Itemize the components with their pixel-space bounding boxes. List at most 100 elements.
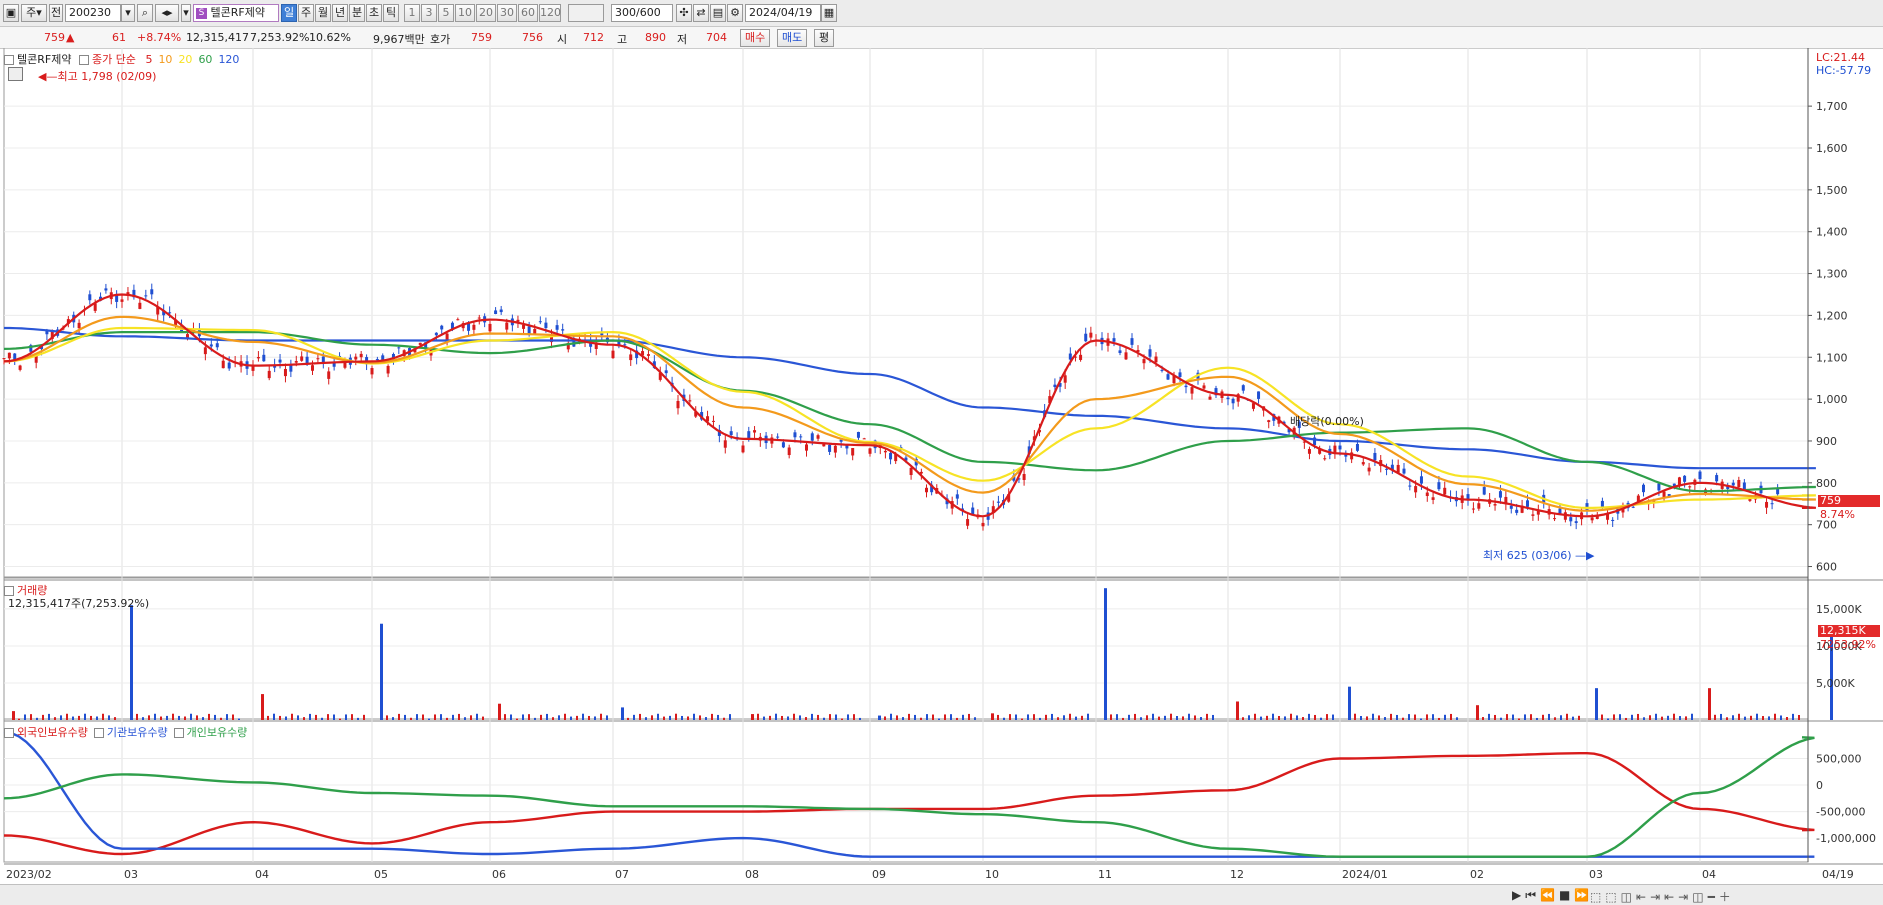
volume-bar (751, 714, 754, 720)
data-count-total: /600 (636, 6, 661, 19)
buy-button[interactable]: 매수 (740, 29, 771, 47)
candle-body (747, 431, 751, 439)
average-button[interactable]: 평 (814, 29, 835, 47)
interval-custom-input[interactable] (568, 4, 604, 22)
interval-tab[interactable]: 60 (518, 4, 538, 22)
x-tick-label: 02 (1470, 868, 1484, 881)
candle-body (150, 289, 154, 295)
volume-bar (1128, 714, 1130, 720)
volume-bar (440, 714, 442, 720)
stock-chart[interactable]: 1,700 1,600 1,500 1,400 1,300 1,200 1,100 1,000… (0, 48, 1883, 884)
period-tab[interactable]: 주 (298, 4, 314, 22)
candle-body (1208, 396, 1212, 400)
candle-body (1367, 467, 1371, 472)
save-icon[interactable]: ▤ (710, 4, 726, 22)
volume-bar (148, 715, 150, 720)
candle-body (321, 356, 325, 363)
volume-bar (1182, 716, 1184, 720)
stock-name-field[interactable]: S 텔콘RF제약 (193, 4, 279, 22)
candle-body (1323, 458, 1327, 460)
sound-icon[interactable]: ◂▸ (155, 4, 179, 22)
compare-icon[interactable]: ⇄ (693, 4, 709, 22)
interval-tab[interactable]: 120 (539, 4, 561, 22)
candle-body (505, 322, 509, 330)
series-menu-icon[interactable] (93, 728, 104, 738)
ma-menu-icon[interactable] (78, 55, 89, 65)
candle-body (909, 467, 913, 476)
candle-body (1241, 385, 1245, 391)
date-input[interactable]: 2024/04/19 (745, 4, 821, 22)
series-menu-icon[interactable] (4, 728, 14, 738)
volume-bar (315, 714, 317, 720)
volume-bar (303, 717, 305, 720)
candle-body (283, 368, 287, 377)
interval-tab[interactable]: 1 (404, 4, 420, 22)
volume-bar (1554, 717, 1556, 720)
volume-bar (1314, 714, 1316, 720)
interval-tab[interactable]: 5 (438, 4, 454, 22)
sound-dropdown-icon[interactable]: ▾ (181, 4, 191, 22)
candle-body (294, 361, 298, 363)
candle-body (1731, 482, 1735, 486)
period-tab[interactable]: 월 (315, 4, 331, 22)
candle-body (1084, 333, 1088, 342)
candle-body (1148, 349, 1152, 357)
period-tab[interactable]: 일 (281, 4, 297, 22)
data-count[interactable]: 300/600 (611, 4, 673, 22)
candle-body (1471, 508, 1475, 510)
volume-bar (504, 714, 506, 720)
interval-tab[interactable]: 3 (421, 4, 437, 22)
candle-body (522, 324, 526, 329)
volume-bar (1786, 717, 1788, 720)
volume-bar (1087, 713, 1089, 720)
volume-bar (717, 714, 719, 720)
candle-body (1698, 471, 1702, 480)
volume-bar (142, 717, 144, 720)
volume-bar (1619, 714, 1621, 720)
volume-bar (1057, 717, 1059, 720)
volume-bar (102, 713, 104, 720)
volume-bar (452, 714, 454, 720)
candle-body (18, 365, 22, 370)
volume-bar (775, 713, 777, 720)
volume-bar (576, 715, 578, 720)
gear-icon[interactable]: ⚙ (727, 4, 743, 22)
period-tab[interactable]: 틱 (383, 4, 399, 22)
candle-body (1142, 359, 1146, 364)
zoom-tools[interactable]: ⬚⬚◫⇤⇥⇤⇥◫━＋ (1590, 888, 1735, 905)
volume-bar (1560, 715, 1562, 720)
sell-button[interactable]: 매도 (777, 29, 808, 47)
price-tick-label: 1,400 (1816, 226, 1848, 239)
volume-bar (108, 715, 110, 720)
period-tab[interactable]: 년 (332, 4, 348, 22)
interval-tab[interactable]: 20 (476, 4, 496, 22)
candle-body (1631, 506, 1635, 508)
volume-bar (787, 716, 789, 720)
volume-bar (902, 717, 904, 720)
volume-bar (380, 623, 383, 720)
chart-menu-icon[interactable]: ▣ (3, 4, 19, 22)
code-dropdown-icon[interactable]: ▾ (121, 4, 135, 22)
market-select[interactable]: 주▾ (21, 4, 47, 22)
volume-bar (763, 716, 765, 720)
volume-bar (1069, 713, 1071, 720)
volume-bar (781, 715, 783, 720)
calendar-icon[interactable]: ▦ (821, 4, 837, 22)
interval-tab[interactable]: 30 (497, 4, 517, 22)
panel-menu-icon[interactable] (4, 55, 14, 65)
volume-bar (1278, 716, 1280, 720)
period-tab[interactable]: 분 (349, 4, 365, 22)
type-label[interactable]: 전 (49, 4, 63, 22)
crosshair-icon[interactable]: ✣ (676, 4, 692, 22)
indicator-toggle-icon[interactable] (8, 67, 23, 84)
interval-tab[interactable]: 10 (455, 4, 475, 22)
volume-bar (1679, 716, 1681, 720)
period-tab[interactable]: 초 (366, 4, 382, 22)
series-menu-icon[interactable] (173, 728, 184, 738)
search-icon[interactable]: ⌕ (137, 4, 153, 22)
volume-bar (1360, 716, 1362, 720)
stock-code-input[interactable]: 200230 (65, 4, 121, 22)
arrow-left-icon: ◀— (38, 70, 58, 83)
candle-body (753, 430, 757, 433)
playback-controls[interactable]: ▶⏮⏪■⏩ (1512, 888, 1593, 903)
